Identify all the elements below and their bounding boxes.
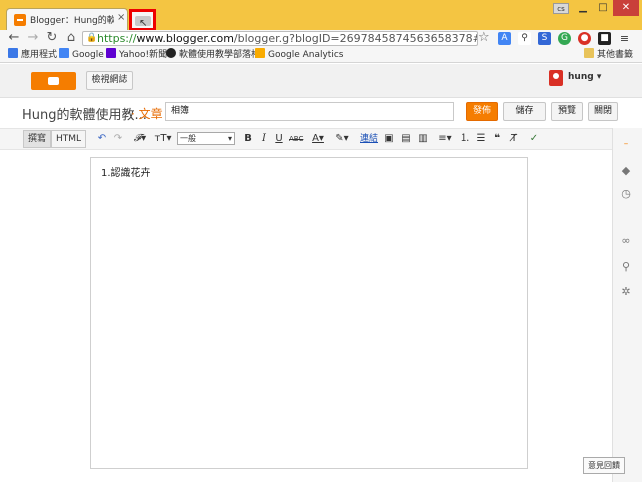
undo-icon[interactable]: ↶ — [96, 131, 108, 147]
view-blog-button[interactable]: 檢視網誌 — [86, 71, 133, 90]
username-menu[interactable]: hung ▾ — [568, 72, 601, 82]
yahoo-icon — [106, 48, 116, 58]
tab-close-icon[interactable]: × — [117, 12, 125, 23]
folder-icon — [584, 48, 594, 58]
preview-button[interactable]: 預覽 — [551, 102, 583, 121]
other-bookmarks[interactable]: 其他書籤 — [584, 48, 633, 62]
lock-icon: 🔒 — [86, 33, 98, 43]
profile-badge[interactable]: cs — [553, 3, 569, 14]
italic-button[interactable]: I — [258, 131, 270, 147]
schedule-clock-icon[interactable]: ◷ — [618, 186, 634, 202]
strikethrough-button[interactable]: ABC — [289, 131, 303, 147]
reload-icon[interactable]: ↻ — [44, 30, 60, 46]
maximize-button[interactable]: □ — [593, 0, 613, 16]
blogger-logo-button[interactable] — [31, 72, 76, 90]
spellcheck-icon[interactable]: ✓ — [527, 131, 541, 147]
bookmark-yahoo[interactable]: Yahoo!新聞 — [106, 48, 167, 62]
translate-icon[interactable]: A — [498, 32, 511, 45]
bookmark-google[interactable]: Google — [59, 48, 104, 62]
adblock-icon[interactable]: ● — [578, 32, 591, 45]
back-arrow-icon[interactable]: ← — [6, 30, 22, 46]
image-icon[interactable]: ▣ — [382, 131, 396, 147]
location-pin-icon[interactable]: ⚲ — [618, 259, 634, 275]
bookmark-blog[interactable]: 軟體使用教學部落格 — [166, 48, 260, 62]
post-title-input[interactable]: 相簿 — [165, 102, 454, 121]
video-icon[interactable]: ▤ — [399, 131, 413, 147]
chevron-down-icon: ▾ — [227, 134, 232, 143]
numbered-list-icon[interactable]: ⒈ — [458, 131, 472, 147]
new-tab-button[interactable]: ↖ — [129, 9, 156, 31]
blogger-icon — [166, 48, 176, 58]
post-settings-sidebar — [612, 128, 642, 482]
chevron-down-icon: ▾ — [596, 72, 602, 82]
tab-title: Blogger：Hung的軟體使 — [30, 16, 114, 26]
post-body-text: 1.認識花卉 — [101, 168, 151, 179]
publish-button[interactable]: 發佈 — [466, 102, 498, 121]
quote-icon[interactable]: ❝ — [490, 131, 504, 147]
permalink-icon[interactable]: ∞ — [618, 233, 634, 249]
analytics-icon — [255, 48, 265, 58]
text-color-icon[interactable]: A▾ — [309, 131, 327, 147]
labels-tag-icon[interactable]: ◆ — [618, 163, 634, 179]
apps-icon — [8, 48, 18, 58]
tab-compose[interactable]: 撰寫 — [23, 130, 51, 148]
feedback-button[interactable]: 意見回饋 — [583, 457, 625, 474]
tab-blogger[interactable]: Blogger：Hung的軟體使 × — [6, 8, 128, 32]
blog-name[interactable]: Hung的軟體使用教... — [22, 104, 147, 123]
address-bar[interactable]: 🔒 https://www.blogger.com/blogger.g?blog… — [82, 31, 478, 46]
clear-formatting-icon[interactable]: T̸ — [507, 131, 521, 147]
options-gear-icon[interactable]: ✲ — [618, 284, 634, 300]
bookmark-analytics[interactable]: Google Analytics — [255, 48, 343, 62]
underline-button[interactable]: U — [273, 131, 285, 147]
forward-arrow-icon[interactable]: → — [25, 30, 41, 46]
format-select[interactable]: 一般 ▾ — [177, 132, 235, 145]
link-button[interactable]: 連結 — [360, 131, 378, 147]
jump-break-icon[interactable]: ▥ — [416, 131, 430, 147]
font-family-icon[interactable]: 𝓕▾ — [132, 131, 148, 147]
google-icon — [59, 48, 69, 58]
close-button[interactable]: 關閉 — [588, 102, 618, 121]
cursor-icon: ↖ — [139, 18, 148, 29]
highlight-color-icon[interactable]: ✎▾ — [333, 131, 351, 147]
sidebar-marker-icon: – — [623, 139, 629, 149]
bookmark-apps[interactable]: 應用程式 — [8, 48, 57, 62]
redo-icon[interactable]: ↷ — [112, 131, 124, 147]
avatar[interactable] — [549, 70, 563, 86]
green-extension-icon[interactable]: G — [558, 32, 571, 45]
blogger-favicon-icon — [14, 14, 26, 26]
bulleted-list-icon[interactable]: ☰ — [474, 131, 488, 147]
bold-button[interactable]: B — [242, 131, 254, 147]
url-text: https://www.blogger.com/blogger.g?blogID… — [97, 32, 477, 45]
sync-extension-icon[interactable]: S — [538, 32, 551, 45]
post-body-editor[interactable] — [90, 157, 528, 469]
tab-html[interactable]: HTML — [51, 130, 86, 148]
save-button[interactable]: 儲存 — [503, 102, 546, 121]
font-size-icon[interactable]: ᴛT▾ — [154, 131, 172, 147]
close-window-button[interactable]: ✕ — [613, 0, 639, 16]
dark-extension-icon[interactable]: ■ — [598, 32, 611, 45]
pin-extension-icon[interactable]: ⚲ — [518, 32, 531, 45]
minimize-button[interactable]: ▁ — [573, 0, 593, 16]
menu-icon[interactable]: ≡ — [618, 32, 631, 45]
post-label: · 文章 — [131, 107, 163, 121]
bookmark-star-icon[interactable]: ☆ — [478, 30, 490, 45]
home-icon[interactable]: ⌂ — [63, 30, 79, 46]
align-icon[interactable]: ≡▾ — [436, 131, 454, 147]
